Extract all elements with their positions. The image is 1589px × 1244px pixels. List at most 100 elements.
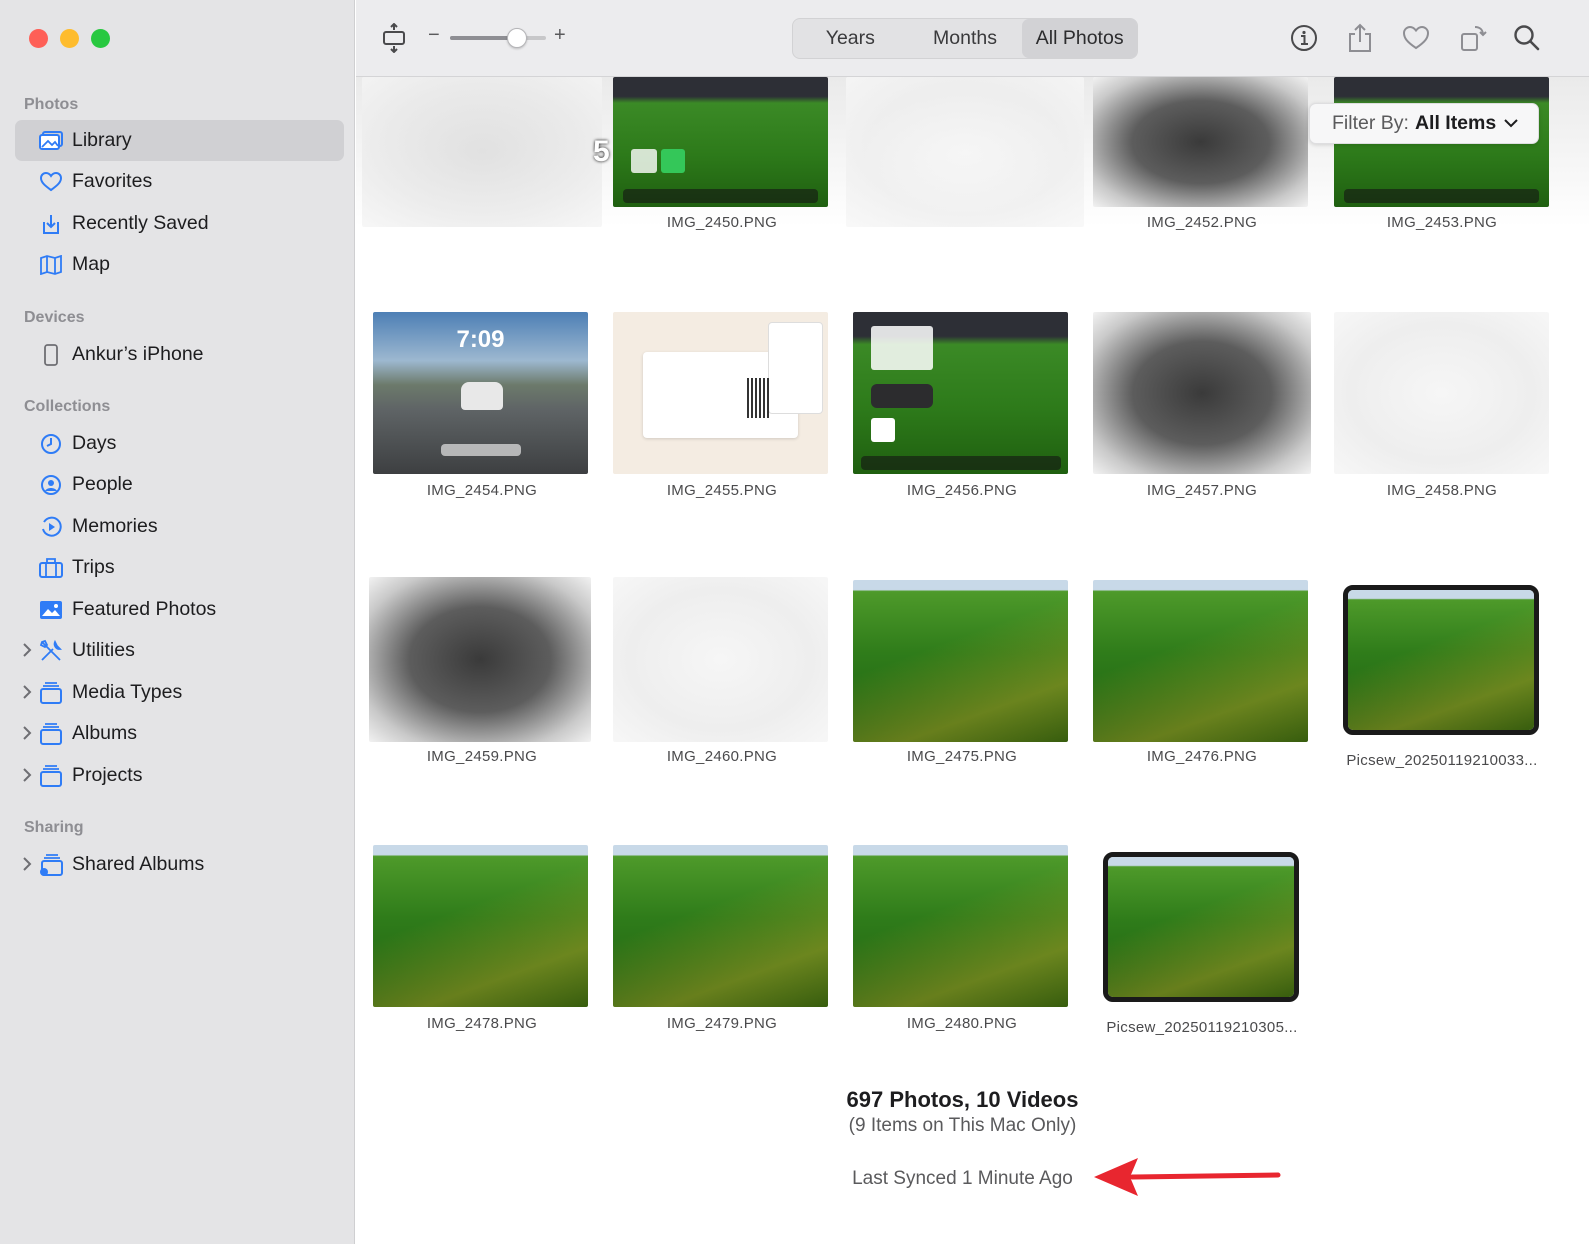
iphone-icon [38, 343, 64, 367]
dock [623, 189, 818, 203]
clock-icon [38, 432, 64, 456]
share-icon[interactable] [1342, 20, 1378, 56]
sidebar-item-recently-saved[interactable]: Recently Saved [15, 203, 344, 244]
photo-caption: IMG_2454.PNG [426, 482, 538, 499]
rotate-icon[interactable] [1455, 20, 1491, 56]
photo-item[interactable]: Picsew_20250119210305... [1082, 845, 1322, 1045]
sidebar-item-utilities[interactable]: Utilities [15, 630, 344, 671]
sidebar-item-label: Trips [72, 556, 115, 578]
photo-thumbnail[interactable] [853, 580, 1068, 742]
widget-shape [871, 384, 933, 408]
close-window-button[interactable] [29, 29, 48, 48]
sidebar-item-label: Ankur’s iPhone [72, 343, 204, 365]
sidebar-item-people[interactable]: People [15, 464, 344, 505]
sidebar-item-favorites[interactable]: Favorites [15, 161, 344, 202]
sidebar-item-albums[interactable]: Albums [15, 713, 344, 754]
photo-item[interactable]: IMG_2476.PNG [1082, 577, 1322, 777]
photo-item[interactable]: IMG_2457.PNG [1082, 312, 1322, 512]
sidebar-item-days[interactable]: Days [15, 423, 344, 464]
photo-thumbnail-blurred[interactable] [846, 77, 1084, 227]
chevron-right-icon[interactable] [22, 684, 32, 700]
search-icon[interactable] [1509, 20, 1545, 56]
chevron-right-icon[interactable] [22, 725, 32, 741]
photo-icon [38, 598, 64, 622]
photo-thumbnail[interactable] [1093, 580, 1308, 742]
stack-icon [38, 764, 64, 788]
photo-thumbnail[interactable] [613, 312, 828, 474]
sidebar-item-media-types[interactable]: Media Types [15, 672, 344, 713]
sidebar-item-projects[interactable]: Projects [15, 755, 344, 796]
local-items-note: (9 Items on This Mac Only) [848, 1115, 1077, 1136]
photo-caption: IMG_2459.PNG [426, 748, 538, 765]
lockscreen-time: 7:09 [456, 326, 505, 353]
photo-item[interactable]: IMG_2459.PNG [362, 577, 602, 777]
photo-thumbnail[interactable] [373, 845, 588, 1007]
photo-thumbnail[interactable]: 7:09 [373, 312, 588, 474]
sidebar-item-trips[interactable]: Trips [15, 547, 344, 588]
photo-item[interactable]: 7:09 IMG_2454.PNG [362, 312, 602, 512]
info-icon[interactable] [1286, 20, 1322, 56]
tab-years[interactable]: Years [793, 19, 908, 58]
zoom-slider-thumb[interactable] [507, 28, 527, 48]
zoom-window-button[interactable] [91, 29, 110, 48]
menu-shape [768, 322, 823, 414]
aspect-icon[interactable] [376, 20, 412, 56]
photo-item[interactable]: Picsew_20250119210033... [1322, 577, 1562, 777]
photo-thumbnail[interactable] [853, 845, 1068, 1007]
photo-item[interactable]: IMG_2460.PNG [602, 577, 842, 777]
sidebar-item-library[interactable]: Library [15, 120, 344, 161]
photo-thumbnail[interactable] [613, 577, 828, 742]
photo-thumbnail[interactable] [613, 77, 828, 207]
sidebar-item-memories[interactable]: Memories [15, 506, 344, 547]
photo-thumbnail-blurred[interactable] [362, 77, 602, 227]
photo-item[interactable]: IMG_2455.PNG [602, 312, 842, 512]
section-photos: Photos [24, 96, 79, 113]
sidebar-item-label: People [72, 473, 133, 495]
photo-thumbnail[interactable] [1103, 852, 1299, 1002]
photo-thumbnail[interactable] [1343, 585, 1539, 735]
filter-dropdown[interactable]: Filter By: All Items [1309, 103, 1539, 144]
photo-item[interactable]: IMG_2453.PNG [1322, 77, 1562, 237]
chevron-down-icon [1504, 119, 1518, 128]
sidebar-item-label: Map [72, 253, 110, 275]
photo-thumbnail[interactable] [1093, 77, 1308, 207]
heart-icon[interactable] [1398, 20, 1434, 56]
photo-caption: IMG_2476.PNG [1146, 748, 1258, 765]
annotation-arrow-icon [1094, 1158, 1281, 1196]
photo-item[interactable]: IMG_2478.PNG [362, 845, 602, 1045]
photo-item[interactable]: IMG_2475.PNG [842, 577, 1082, 777]
widget-shape [871, 326, 933, 370]
zoom-out-button[interactable]: − [428, 24, 440, 47]
sidebar-item-iphone[interactable]: Ankur’s iPhone [15, 334, 344, 375]
chevron-right-icon[interactable] [22, 642, 32, 658]
photo-item[interactable]: 5 IMG_2450.PNG [593, 77, 842, 237]
sidebar-item-shared-albums[interactable]: Shared Albums [15, 844, 344, 885]
photo-caption: IMG_2480.PNG [906, 1015, 1018, 1032]
photo-item[interactable]: IMG_2458.PNG [1322, 312, 1562, 512]
sidebar-item-featured-photos[interactable]: Featured Photos [15, 589, 344, 630]
photo-caption: IMG_2475.PNG [906, 748, 1018, 765]
chevron-right-icon[interactable] [22, 767, 32, 783]
photo-thumbnail[interactable] [613, 845, 828, 1007]
zoom-in-button[interactable]: + [554, 24, 566, 47]
sidebar-item-map[interactable]: Map [15, 244, 344, 285]
sidebar-item-label: Featured Photos [72, 598, 217, 620]
photo-item[interactable]: IMG_2456.PNG [842, 312, 1082, 512]
photo-item[interactable]: IMG_2452.PNG [1082, 77, 1322, 237]
chevron-right-icon[interactable] [22, 856, 32, 872]
minimize-window-button[interactable] [60, 29, 79, 48]
photo-caption: IMG_2455.PNG [666, 482, 778, 499]
photo-caption: IMG_2478.PNG [426, 1015, 538, 1032]
sidebar-item-label: Projects [72, 764, 143, 786]
photo-item[interactable]: IMG_2479.PNG [602, 845, 842, 1045]
tab-all-photos[interactable]: All Photos [1022, 19, 1138, 58]
photo-thumbnail[interactable] [369, 577, 591, 742]
zoom-slider[interactable] [450, 28, 546, 48]
suitcase-icon [38, 556, 64, 580]
photo-caption: IMG_2460.PNG [666, 748, 778, 765]
photo-thumbnail[interactable] [853, 312, 1068, 474]
photo-item[interactable]: IMG_2480.PNG [842, 845, 1082, 1045]
photo-thumbnail[interactable] [1093, 312, 1311, 474]
photo-thumbnail[interactable] [1334, 312, 1549, 474]
tab-months[interactable]: Months [908, 19, 1023, 58]
